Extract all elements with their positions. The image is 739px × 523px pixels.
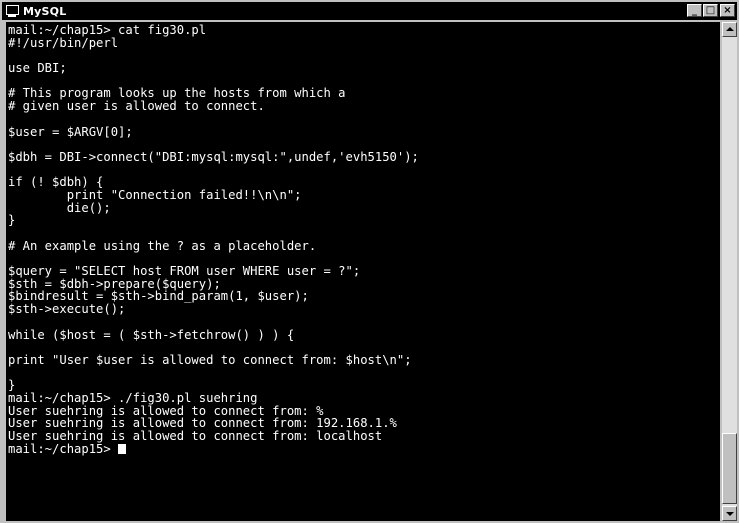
terminal-text: mail:~/chap15> cat fig30.pl #!/usr/bin/pe… (6, 22, 720, 455)
title-bar[interactable]: MySQL _ □ × (2, 2, 737, 20)
window-title: MySQL (23, 4, 67, 18)
vertical-scrollbar[interactable] (722, 22, 737, 521)
terminal-line: $sth->execute(); (8, 302, 126, 317)
terminal-line: while ($host = ( $sth->fetchrow() ) ) { (8, 327, 295, 342)
terminal-line: # An example using the ? as a placeholde… (8, 238, 317, 253)
terminal-prompt-line: mail:~/chap15> (8, 441, 720, 456)
scroll-down-button[interactable] (722, 506, 737, 521)
terminal-line: $dbh = DBI->connect("DBI:mysql:mysql:",u… (8, 149, 419, 164)
terminal-line: use DBI; (8, 61, 67, 76)
terminal-output[interactable]: mail:~/chap15> cat fig30.pl #!/usr/bin/pe… (6, 22, 720, 521)
terminal-prompt: mail:~/chap15> (8, 441, 119, 456)
minimize-button[interactable]: _ (687, 4, 702, 17)
close-button[interactable]: × (720, 4, 735, 17)
terminal-line: mail:~/chap15> cat fig30.pl (8, 23, 207, 37)
arrow-up-icon (726, 27, 734, 31)
arrow-down-icon (726, 512, 734, 516)
console-icon[interactable] (5, 4, 19, 18)
maximize-button[interactable]: □ (703, 4, 718, 17)
window-controls: _ □ × (686, 4, 735, 17)
terminal-line: print "User $user is allowed to connect … (8, 352, 412, 367)
scroll-thumb[interactable] (722, 433, 737, 504)
scroll-up-button[interactable] (722, 22, 737, 37)
terminal-line: $query = "SELECT host FROM user WHERE us… (8, 264, 361, 279)
terminal-line: print "Connection failed!!\n\n"; (8, 187, 302, 202)
terminal-line: $user = $ARGV[0]; (8, 124, 133, 139)
console-window: MySQL _ □ × mail:~/chap15> cat fig30.pl #… (0, 0, 739, 523)
terminal-line: mail:~/chap15> ./fig30.pl suehring (8, 390, 258, 405)
terminal-line: } (8, 213, 16, 228)
text-cursor (118, 443, 127, 454)
terminal-line: # given user is allowed to connect. (8, 99, 265, 114)
terminal-line: #!/usr/bin/perl (8, 35, 119, 50)
terminal-line: die(); (8, 200, 111, 215)
